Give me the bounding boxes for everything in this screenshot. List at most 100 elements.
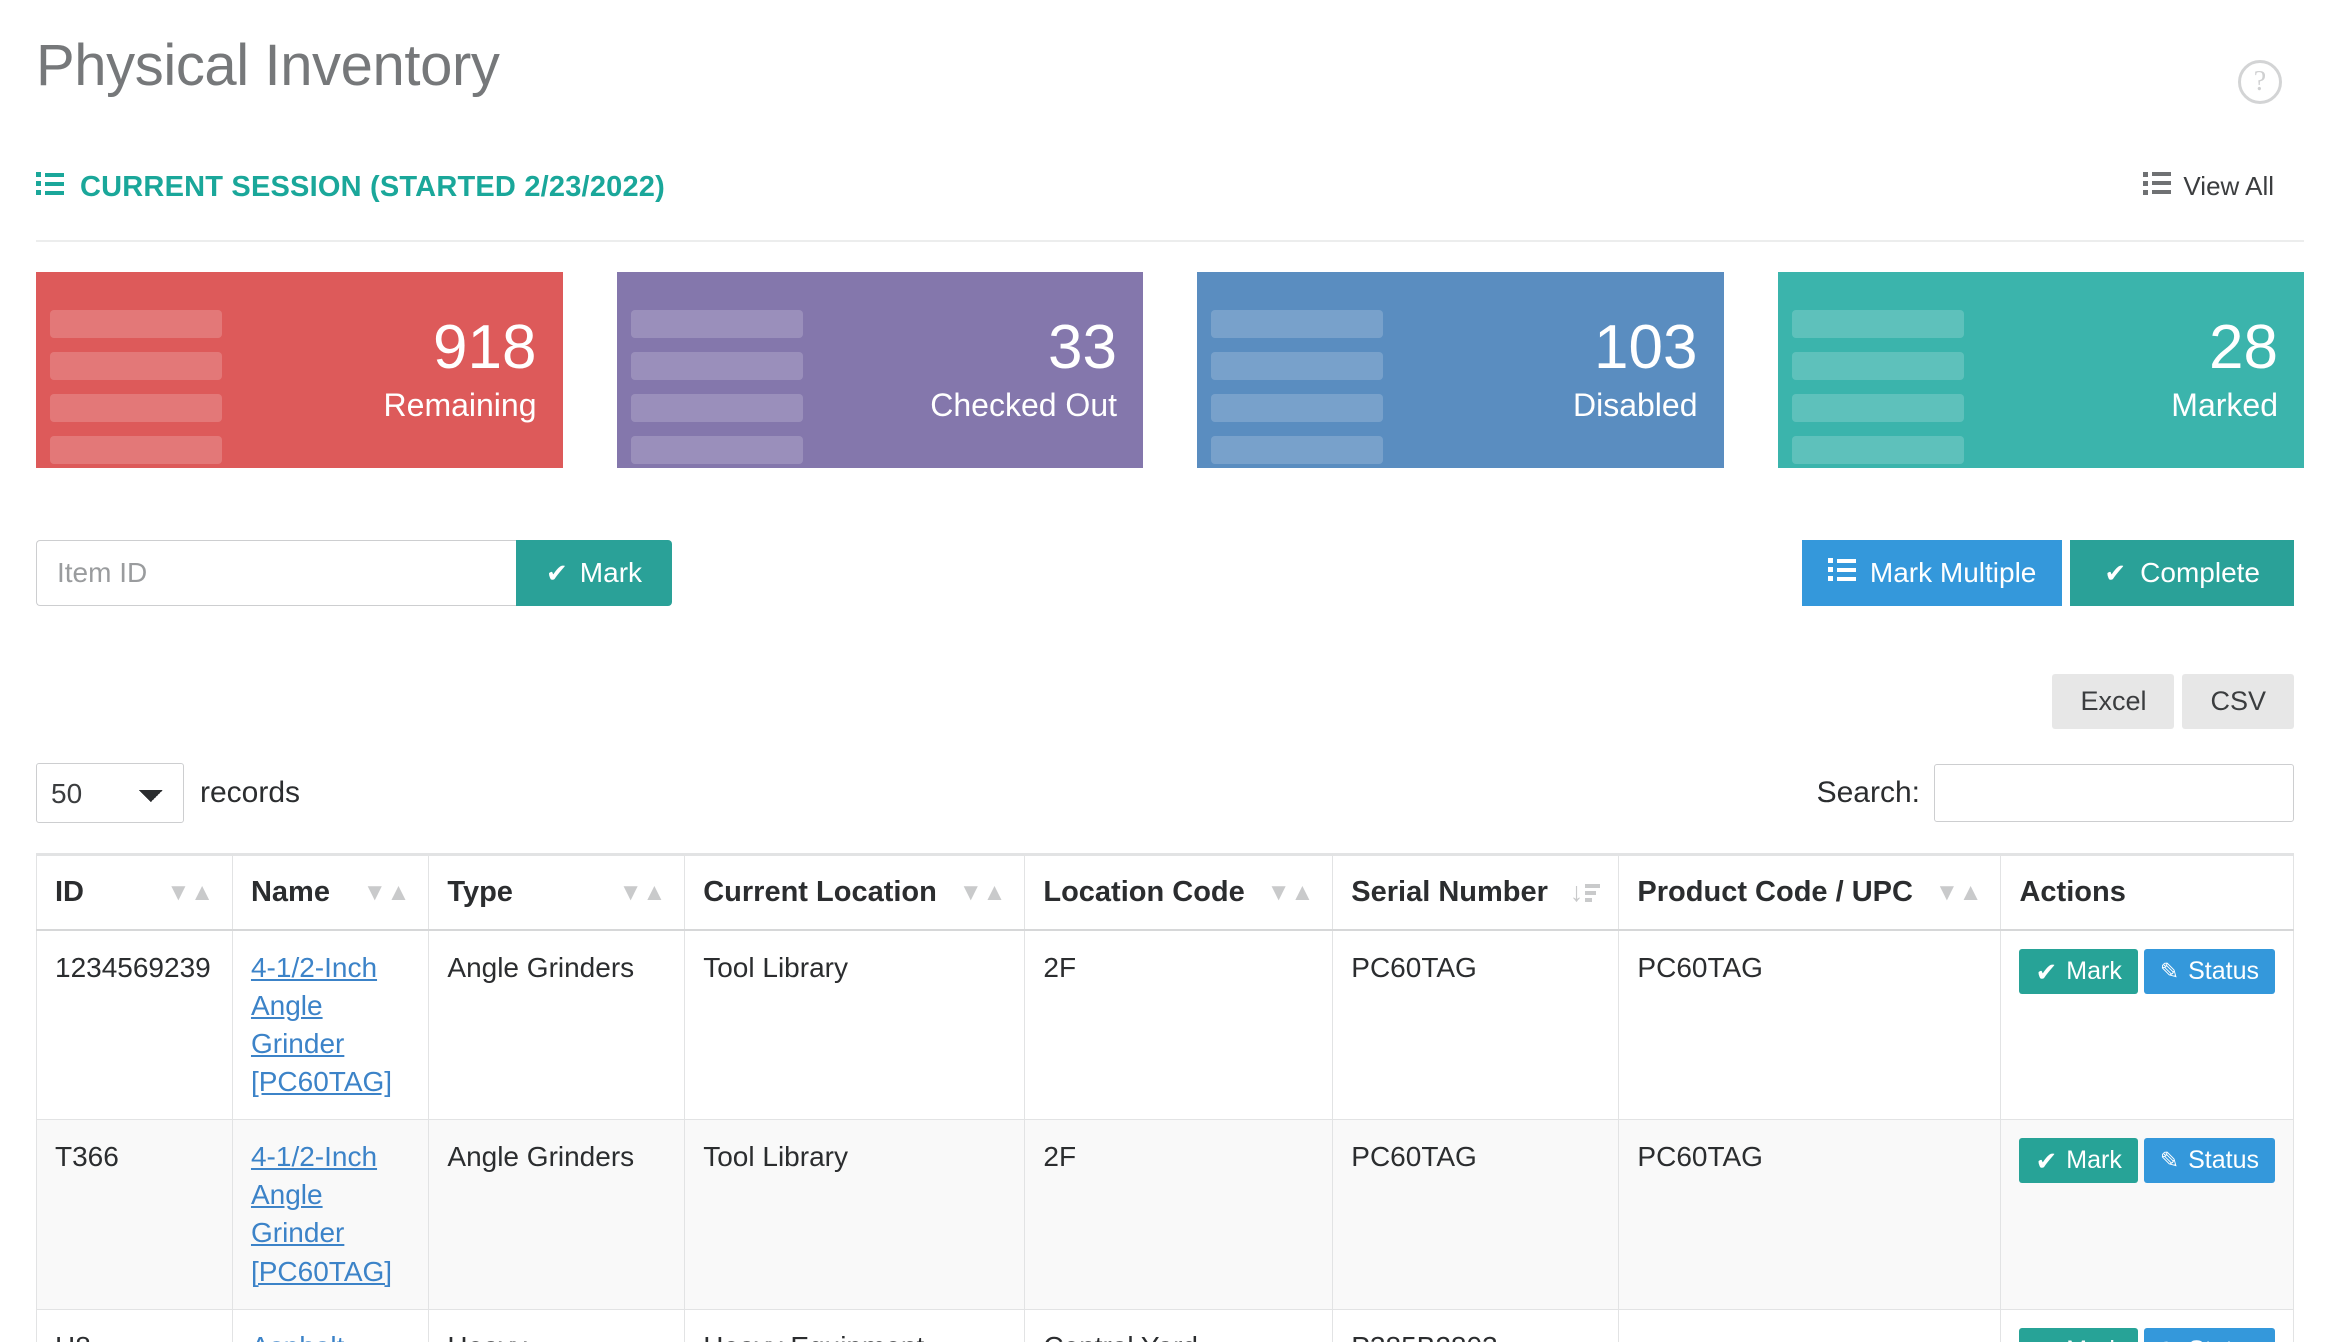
row-mark-button[interactable]: ✔ Mark xyxy=(2019,1327,2138,1342)
section-divider xyxy=(36,240,2304,242)
check-icon: ✔ xyxy=(2035,1145,2058,1176)
cell-actions: ✔ Mark ✎ Status xyxy=(2000,1308,2294,1342)
check-icon: ✔ xyxy=(2035,956,2058,987)
item-id-input-group: ✔ Mark xyxy=(36,540,673,606)
page-title: Physical Inventory xyxy=(36,33,500,98)
column-label: Actions xyxy=(2019,876,2126,908)
item-name-link[interactable]: 4-1/2-Inch Angle Grinder [PC60TAG] xyxy=(251,952,392,1097)
table-controls: 50 records Search: xyxy=(36,763,2304,823)
records-label: records xyxy=(200,776,301,809)
complete-button[interactable]: ✔ Complete xyxy=(2070,540,2294,606)
cell-serial-number: PC60TAG xyxy=(1332,1119,1620,1310)
cell-product-code xyxy=(1618,1308,2002,1342)
item-id-input[interactable] xyxy=(36,540,516,606)
cell-id: H8 xyxy=(36,1308,233,1342)
mark-multiple-button[interactable]: Mark Multiple xyxy=(1801,540,2063,606)
list-icon xyxy=(2143,171,2172,202)
row-mark-label: Mark xyxy=(2066,1146,2122,1175)
sort-both-icon: ▼▲ xyxy=(618,878,667,906)
cell-type: Angle Grinders xyxy=(428,1119,686,1310)
table-row: T366 4-1/2-Inch Angle Grinder [PC60TAG] … xyxy=(36,1119,2294,1310)
cell-location-code: Central Yard xyxy=(1024,1308,1334,1342)
export-csv-button[interactable]: CSV xyxy=(2182,674,2294,729)
column-label: Serial Number xyxy=(1351,876,1548,908)
column-label: Name xyxy=(250,876,330,908)
table-head: ID ▼▲ Name ▼▲ Type ▼▲ Current Location ▼… xyxy=(36,853,2294,931)
column-label: Product Code / UPC xyxy=(1637,876,1913,908)
stat-card-checked-out[interactable]: 33 Checked Out xyxy=(616,272,1143,468)
mark-multiple-label: Mark Multiple xyxy=(1869,557,2037,588)
check-icon: ✔ xyxy=(2104,558,2127,588)
cell-product-code: PC60TAG xyxy=(1618,929,2002,1121)
stat-label: Marked xyxy=(2171,386,2278,423)
export-excel-button[interactable]: Excel xyxy=(2052,674,2175,729)
page-header: Physical Inventory ? xyxy=(36,0,2304,104)
column-header-location-code[interactable]: Location Code ▼▲ xyxy=(1024,853,1334,931)
view-all-label: View All xyxy=(2183,171,2274,201)
cell-type: Angle Grinders xyxy=(428,929,686,1121)
column-label: Location Code xyxy=(1043,876,1245,908)
table-row: 1234569239 4-1/2-Inch Angle Grinder [PC6… xyxy=(36,929,2294,1121)
stat-label: Checked Out xyxy=(930,386,1117,423)
inventory-table: ID ▼▲ Name ▼▲ Type ▼▲ Current Location ▼… xyxy=(36,853,2294,1342)
column-header-type[interactable]: Type ▼▲ xyxy=(428,853,686,931)
row-mark-label: Mark xyxy=(2066,957,2122,985)
column-header-name[interactable]: Name ▼▲ xyxy=(231,853,430,931)
sort-both-icon: ▼▲ xyxy=(958,878,1007,906)
row-mark-button[interactable]: ✔ Mark xyxy=(2019,1138,2138,1184)
cell-id: T366 xyxy=(36,1119,233,1310)
row-status-label: Status xyxy=(2188,1336,2259,1342)
view-all-button[interactable]: View All xyxy=(2125,160,2294,214)
column-header-serial-number[interactable]: Serial Number ↓ xyxy=(1332,853,1620,931)
column-header-product-code-upc[interactable]: Product Code / UPC ▼▲ xyxy=(1618,853,2002,931)
cell-name: Asphalt Paver xyxy=(231,1308,430,1342)
list-icon xyxy=(1827,558,1856,588)
cell-current-location: Heavy Equipment xyxy=(684,1308,1026,1342)
check-icon: ✔ xyxy=(546,558,568,588)
mark-action-row: ✔ Mark Mark Multiple ✔ Complete xyxy=(36,540,2304,606)
help-question-circle-icon[interactable]: ? xyxy=(2238,60,2282,104)
check-icon: ✔ xyxy=(2035,1337,2057,1342)
stat-label: Remaining xyxy=(383,386,537,423)
records-per-page-select[interactable]: 50 xyxy=(36,763,184,823)
item-name-link[interactable]: Asphalt Paver xyxy=(251,1331,344,1342)
list-icon xyxy=(630,310,803,464)
sort-both-icon: ▼▲ xyxy=(1266,878,1315,906)
stat-card-marked[interactable]: 28 Marked xyxy=(1777,272,2304,468)
row-mark-button[interactable]: ✔ Mark xyxy=(2019,949,2138,994)
stat-value: 28 xyxy=(2209,312,2278,382)
row-status-button[interactable]: ✎ Status xyxy=(2143,949,2275,994)
row-status-button[interactable]: ✎ Status xyxy=(2143,1327,2275,1342)
column-header-actions: Actions xyxy=(2000,853,2294,931)
mark-button[interactable]: ✔ Mark xyxy=(516,540,673,606)
page-length-control: 50 records xyxy=(36,763,300,823)
column-header-current-location[interactable]: Current Location ▼▲ xyxy=(684,853,1026,931)
pencil-icon: ✎ xyxy=(2159,958,2180,984)
sort-descending-icon: ↓ xyxy=(1570,879,1601,906)
stat-card-remaining[interactable]: 918 Remaining xyxy=(36,272,563,468)
mark-button-label: Mark xyxy=(579,557,643,588)
column-label: ID xyxy=(55,876,84,908)
column-header-id[interactable]: ID ▼▲ xyxy=(36,853,233,931)
item-name-link[interactable]: 4-1/2-Inch Angle Grinder [PC60TAG] xyxy=(251,1141,392,1286)
bulk-action-buttons: Mark Multiple ✔ Complete xyxy=(1801,540,2294,606)
cell-name: 4-1/2-Inch Angle Grinder [PC60TAG] xyxy=(231,1119,430,1310)
cell-location-code: 2F xyxy=(1024,1119,1334,1310)
search-input[interactable] xyxy=(1934,764,2294,822)
complete-label: Complete xyxy=(2140,557,2260,588)
cell-name: 4-1/2-Inch Angle Grinder [PC60TAG] xyxy=(231,929,430,1121)
table-body: 1234569239 4-1/2-Inch Angle Grinder [PC6… xyxy=(36,929,2294,1342)
stat-value: 33 xyxy=(1048,312,1117,382)
cell-type: Heavy Equipment xyxy=(428,1308,686,1342)
sort-both-icon: ▼▲ xyxy=(362,878,411,906)
stat-card-disabled[interactable]: 103 Disabled xyxy=(1197,272,1724,468)
pencil-icon: ✎ xyxy=(2160,1337,2179,1342)
current-session-heading: CURRENT SESSION (STARTED 2/23/2022) xyxy=(36,171,665,204)
row-mark-label: Mark xyxy=(2066,1336,2122,1342)
physical-inventory-page: Physical Inventory ? CURRENT SESSION (ST… xyxy=(0,0,2340,1342)
table-search-control: Search: xyxy=(1817,764,2294,822)
sort-both-icon: ▼▲ xyxy=(1934,878,1983,906)
row-status-button[interactable]: ✎ Status xyxy=(2143,1138,2275,1184)
sort-both-icon: ▼▲ xyxy=(166,878,214,906)
column-label: Type xyxy=(447,876,513,908)
